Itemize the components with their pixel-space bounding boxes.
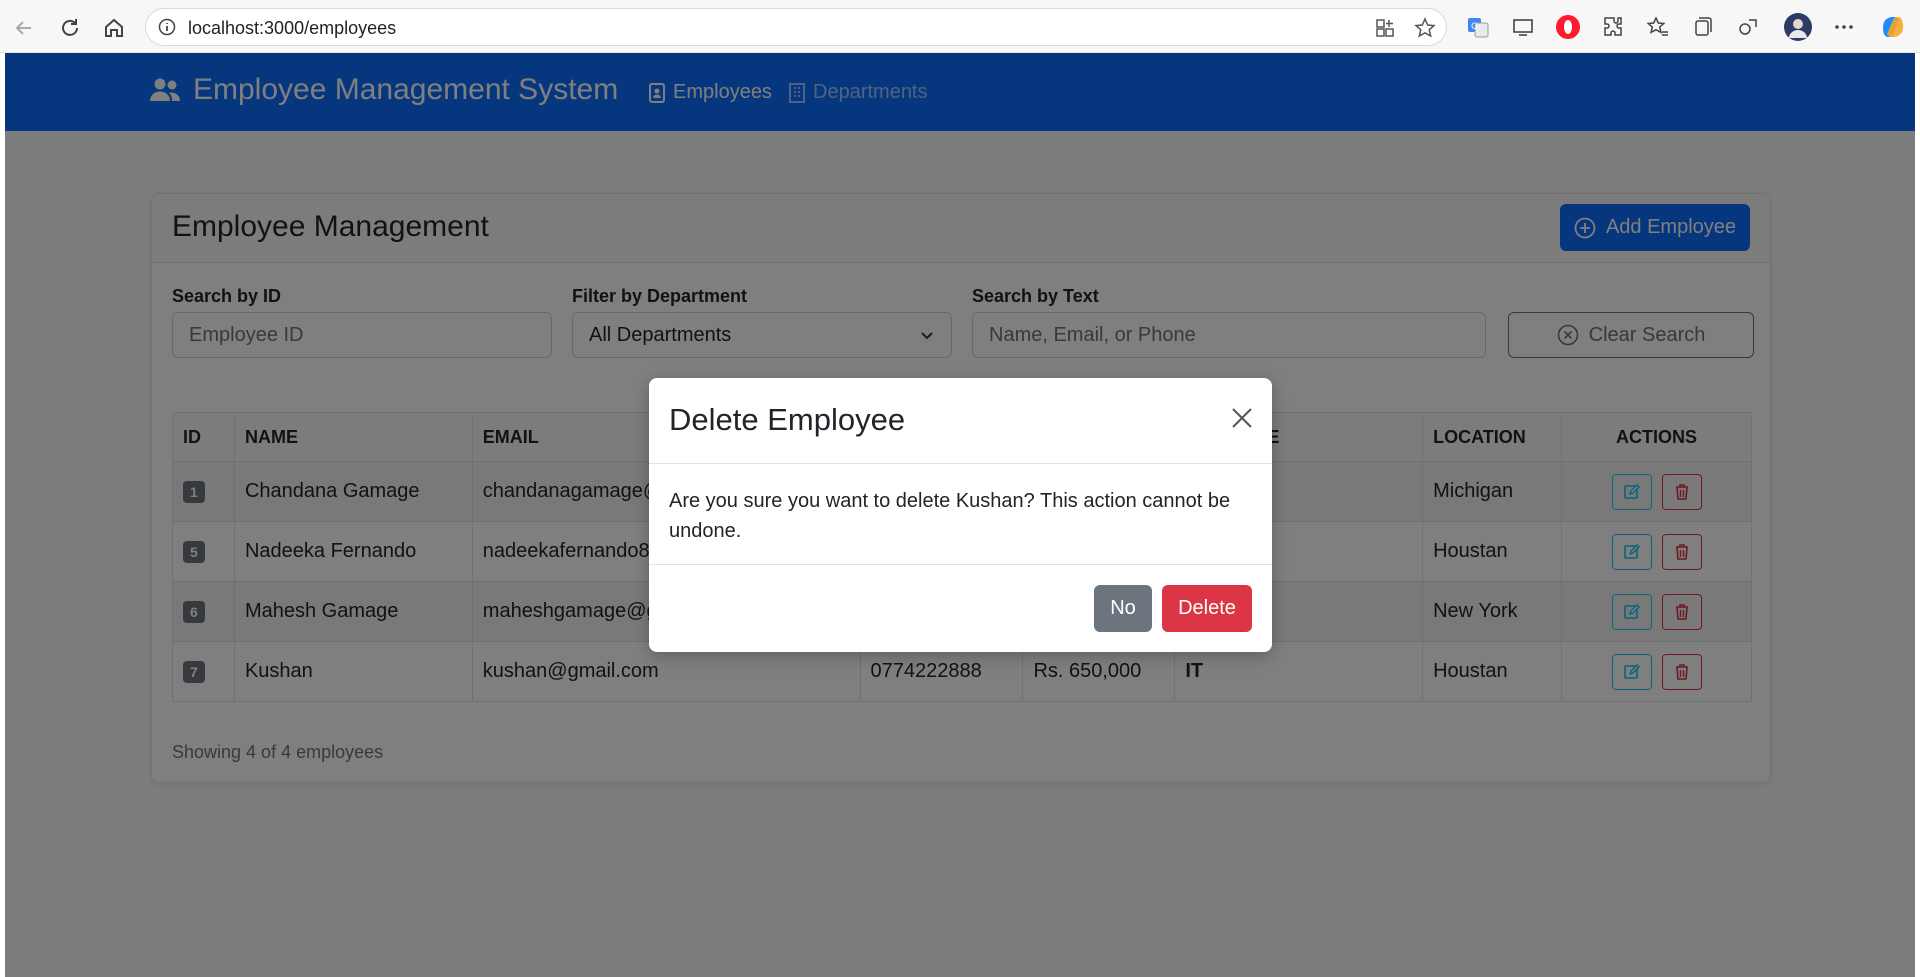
collections-icon[interactable]: [1688, 12, 1718, 42]
url-text: localhost:3000/employees: [188, 18, 397, 38]
app-available-icon[interactable]: [1374, 17, 1396, 39]
modal-header: Delete Employee: [649, 378, 1272, 464]
browser-essentials-icon[interactable]: [1733, 12, 1763, 42]
favorites-icon[interactable]: [1643, 12, 1673, 42]
delete-employee-modal: Delete Employee Are you sure you want to…: [649, 378, 1272, 652]
address-bar[interactable]: localhost:3000/employees: [145, 8, 1447, 46]
modal-message: Are you sure you want to delete Kushan? …: [669, 490, 1231, 542]
close-icon[interactable]: [1230, 406, 1254, 430]
cast-icon[interactable]: [1508, 12, 1538, 42]
translate-extension-icon[interactable]: G: [1463, 12, 1493, 42]
site-info-icon[interactable]: [158, 18, 176, 36]
opera-extension-icon[interactable]: [1553, 12, 1583, 42]
confirm-delete-button[interactable]: Delete: [1162, 585, 1252, 632]
favorite-star-icon[interactable]: [1414, 17, 1436, 39]
browser-toolbar: localhost:3000/employees G: [0, 0, 1920, 53]
svg-text:G: G: [1471, 22, 1478, 32]
modal-footer: No Delete: [649, 564, 1272, 653]
home-icon[interactable]: [100, 14, 128, 42]
back-icon[interactable]: [10, 14, 38, 42]
profile-avatar[interactable]: [1783, 12, 1813, 42]
no-button[interactable]: No: [1094, 585, 1152, 632]
modal-title: Delete Employee: [669, 402, 906, 437]
reload-icon[interactable]: [56, 14, 84, 42]
extensions-puzzle-icon[interactable]: [1598, 12, 1628, 42]
copilot-icon[interactable]: [1878, 12, 1908, 42]
more-menu-icon[interactable]: [1829, 12, 1859, 42]
